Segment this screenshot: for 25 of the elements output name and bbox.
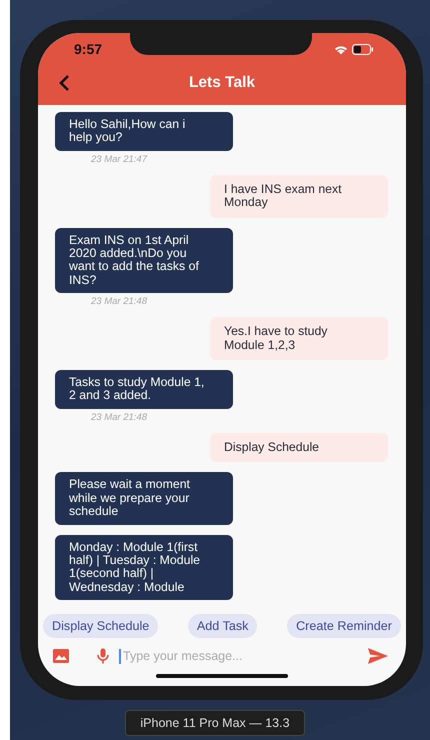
back-icon[interactable]	[58, 74, 70, 92]
bot-message: Tasks to study Module 1, 2 and 3 added.	[55, 370, 233, 409]
bot-message: Exam INS on 1st April 2020 added.\nDo you want to add the tasks of INS?	[55, 228, 233, 294]
quick-reply-chip[interactable]: Create Reminder	[287, 614, 401, 638]
message-time: 23 Mar 21:48	[91, 296, 147, 308]
user-message: Yes.I have to study Module 1,2,3	[210, 317, 388, 360]
bot-message: Hello Sahil,How can i help you?	[55, 112, 233, 151]
bot-message: Please wait a moment while we prepare your schedule	[55, 472, 233, 524]
status-time: 9:57	[74, 41, 102, 57]
text-cursor	[119, 648, 121, 664]
quick-reply-chip[interactable]: Add Task	[188, 614, 258, 638]
screen-title: Lets Talk	[188, 74, 256, 92]
battery-icon	[352, 44, 374, 54]
quick-reply-chip[interactable]: Display Schedule	[43, 614, 158, 638]
user-message: I have INS exam next Monday	[210, 174, 388, 218]
send-icon[interactable]	[368, 648, 388, 664]
message-time: 23 Mar 21:48	[91, 412, 147, 423]
wifi-icon	[334, 44, 348, 54]
message-input[interactable]: Type your message...	[121, 649, 368, 663]
image-icon[interactable]	[53, 649, 69, 663]
user-message: Display Schedule	[210, 432, 388, 462]
message-time: 23 Mar 21:47	[91, 154, 147, 165]
bot-message: Monday : Module 1(first half) | Tuesday : Module 1(second half) | Wednesday : Module	[55, 534, 233, 600]
device-label: iPhone 11 Pro Max — 13.3	[125, 710, 305, 736]
microphone-icon[interactable]	[97, 648, 109, 664]
